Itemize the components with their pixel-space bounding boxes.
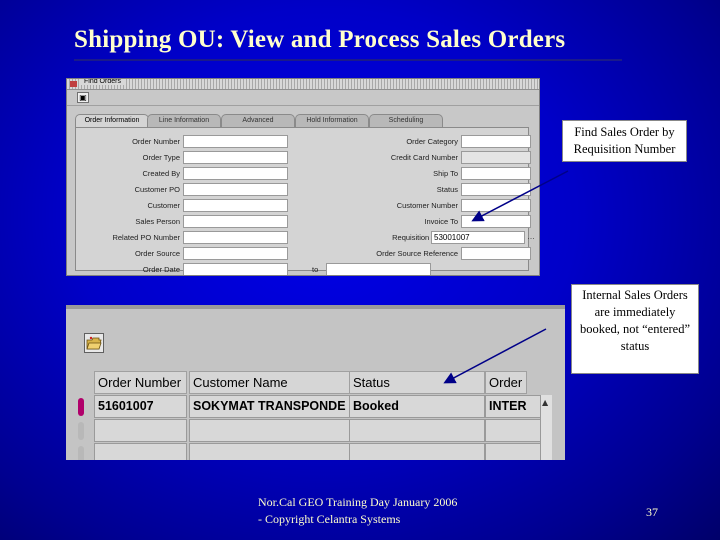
folder-icon[interactable] bbox=[84, 333, 104, 353]
order-source-field[interactable] bbox=[183, 247, 288, 260]
field-label: Order Number bbox=[132, 137, 180, 146]
folder-icon[interactable]: ▣ bbox=[77, 92, 89, 103]
field-label: Order Date bbox=[142, 265, 180, 274]
customer-row: Customer bbox=[76, 199, 316, 213]
table-cell-order-number[interactable]: 51601007 bbox=[94, 395, 187, 418]
table-cell-status[interactable] bbox=[349, 443, 485, 460]
status-field[interactable] bbox=[461, 183, 531, 196]
window-toolbar: ▣ bbox=[67, 90, 539, 106]
field-label: Customer Number bbox=[396, 201, 458, 210]
scroll-up-icon[interactable]: ▲ bbox=[542, 398, 548, 407]
field-label: Sales Person bbox=[135, 217, 180, 226]
window-top-edge bbox=[66, 305, 565, 309]
app-icon bbox=[70, 81, 77, 87]
find-by-requisition-callout: Find Sales Order by Requisition Number bbox=[562, 120, 687, 162]
ship-to-row: Ship To bbox=[316, 167, 534, 181]
ship-to-field[interactable] bbox=[461, 167, 531, 180]
slide-footer: Nor.Cal GEO Training Day January 2006 - … bbox=[258, 495, 458, 526]
related-po-number-field[interactable] bbox=[183, 231, 288, 244]
field-label: Order Source bbox=[134, 249, 180, 258]
invoice-to-field[interactable] bbox=[461, 215, 531, 228]
field-label: Credit Card Number bbox=[390, 153, 458, 162]
order-source-reference-row: Order Source Reference bbox=[316, 247, 534, 261]
tab-line-information[interactable]: Line Information bbox=[147, 114, 221, 128]
order-type-field[interactable] bbox=[183, 151, 288, 164]
table-cell-status[interactable]: Booked bbox=[349, 395, 485, 418]
customer-number-field[interactable] bbox=[461, 199, 531, 212]
window-title: Find Orders bbox=[81, 79, 124, 85]
order-number-field[interactable] bbox=[183, 135, 288, 148]
row-selector-active[interactable] bbox=[78, 398, 84, 416]
order-type-row: Order Type bbox=[76, 151, 316, 165]
order-category-row: Order Category bbox=[316, 135, 534, 149]
order-source-reference-field[interactable] bbox=[461, 247, 531, 260]
slide-title: Shipping OU: View and Process Sales Orde… bbox=[74, 26, 566, 53]
tab-bar: Order Information Line Information Advan… bbox=[75, 114, 529, 128]
customer-po-field[interactable] bbox=[183, 183, 288, 196]
field-label: Customer bbox=[147, 201, 180, 210]
table-cell-customer-name[interactable]: SOKYMAT TRANSPONDE bbox=[189, 395, 350, 418]
credit-card-number-field[interactable] bbox=[461, 151, 531, 164]
row-selector[interactable] bbox=[78, 446, 84, 460]
order-date-to-label: to bbox=[312, 265, 319, 274]
status-row: Status bbox=[316, 183, 534, 197]
table-cell-status[interactable] bbox=[349, 419, 485, 442]
tab-order-information[interactable]: Order Information bbox=[75, 114, 149, 128]
table-cell-order[interactable] bbox=[485, 419, 541, 442]
column-header-order[interactable]: Order bbox=[485, 371, 527, 394]
invoice-to-row: Invoice To bbox=[316, 215, 534, 229]
requisition-number-field[interactable]: 53001007 bbox=[431, 231, 525, 244]
table-cell-order-number[interactable] bbox=[94, 443, 187, 460]
find-orders-window: Find Orders ▣ Order Information Line Inf… bbox=[66, 78, 540, 276]
field-label: Created By bbox=[142, 169, 180, 178]
list-of-values-icon[interactable]: … bbox=[527, 232, 535, 241]
order-category-field[interactable] bbox=[461, 135, 531, 148]
page-number: 37 bbox=[646, 505, 658, 519]
tab-hold-information[interactable]: Hold Information bbox=[295, 114, 369, 128]
order-information-panel: Order Number Order Type Created By Custo… bbox=[75, 127, 535, 275]
sales-person-row: Sales Person bbox=[76, 215, 316, 229]
field-label: Status bbox=[436, 185, 458, 194]
field-label: Order Category bbox=[406, 137, 458, 146]
field-label: Customer PO bbox=[134, 185, 180, 194]
orders-summary-window: Order Number Customer Name Status Order … bbox=[66, 305, 565, 460]
tab-scheduling[interactable]: Scheduling bbox=[369, 114, 443, 128]
customer-po-row: Customer PO bbox=[76, 183, 316, 197]
customer-number-row: Customer Number bbox=[316, 199, 534, 213]
table-cell-customer-name[interactable] bbox=[189, 443, 350, 460]
sales-person-field[interactable] bbox=[183, 215, 288, 228]
order-source-row: Order Source bbox=[76, 247, 316, 261]
order-number-row: Order Number bbox=[76, 135, 316, 149]
credit-card-number-row: Credit Card Number bbox=[316, 151, 534, 165]
internal-orders-callout: Internal Sales Orders are immediately bo… bbox=[571, 284, 699, 374]
column-header-order-number[interactable]: Order Number bbox=[94, 371, 187, 394]
created-by-row: Created By bbox=[76, 167, 316, 181]
field-label: Related PO Number bbox=[112, 233, 180, 242]
requisition-number-row: Requisition Number 53001007 … bbox=[316, 231, 535, 245]
created-by-field[interactable] bbox=[183, 167, 288, 180]
order-date-to-row: to bbox=[298, 263, 498, 275]
field-label: Invoice To bbox=[424, 217, 458, 226]
order-date-to-field[interactable] bbox=[326, 263, 431, 275]
table-cell-order-number[interactable] bbox=[94, 419, 187, 442]
table-cell-order[interactable]: INTER bbox=[485, 395, 541, 418]
table-cell-customer-name[interactable] bbox=[189, 419, 350, 442]
row-selector[interactable] bbox=[78, 422, 84, 440]
vertical-scrollbar[interactable]: ▲ bbox=[540, 395, 552, 460]
field-label: Order Type bbox=[142, 153, 180, 162]
order-date-from-field[interactable] bbox=[183, 263, 288, 275]
column-header-customer-name[interactable]: Customer Name bbox=[189, 371, 350, 394]
table-cell-order[interactable] bbox=[485, 443, 541, 460]
window-titlebar[interactable]: Find Orders bbox=[67, 79, 539, 90]
customer-field[interactable] bbox=[183, 199, 288, 212]
title-underline bbox=[74, 59, 622, 61]
related-po-number-row: Related PO Number bbox=[76, 231, 316, 245]
order-date-row: Order Date bbox=[76, 263, 316, 275]
field-label: Ship To bbox=[433, 169, 458, 178]
column-header-status[interactable]: Status bbox=[349, 371, 485, 394]
tab-advanced[interactable]: Advanced bbox=[221, 114, 295, 128]
field-label: Order Source Reference bbox=[376, 249, 458, 258]
